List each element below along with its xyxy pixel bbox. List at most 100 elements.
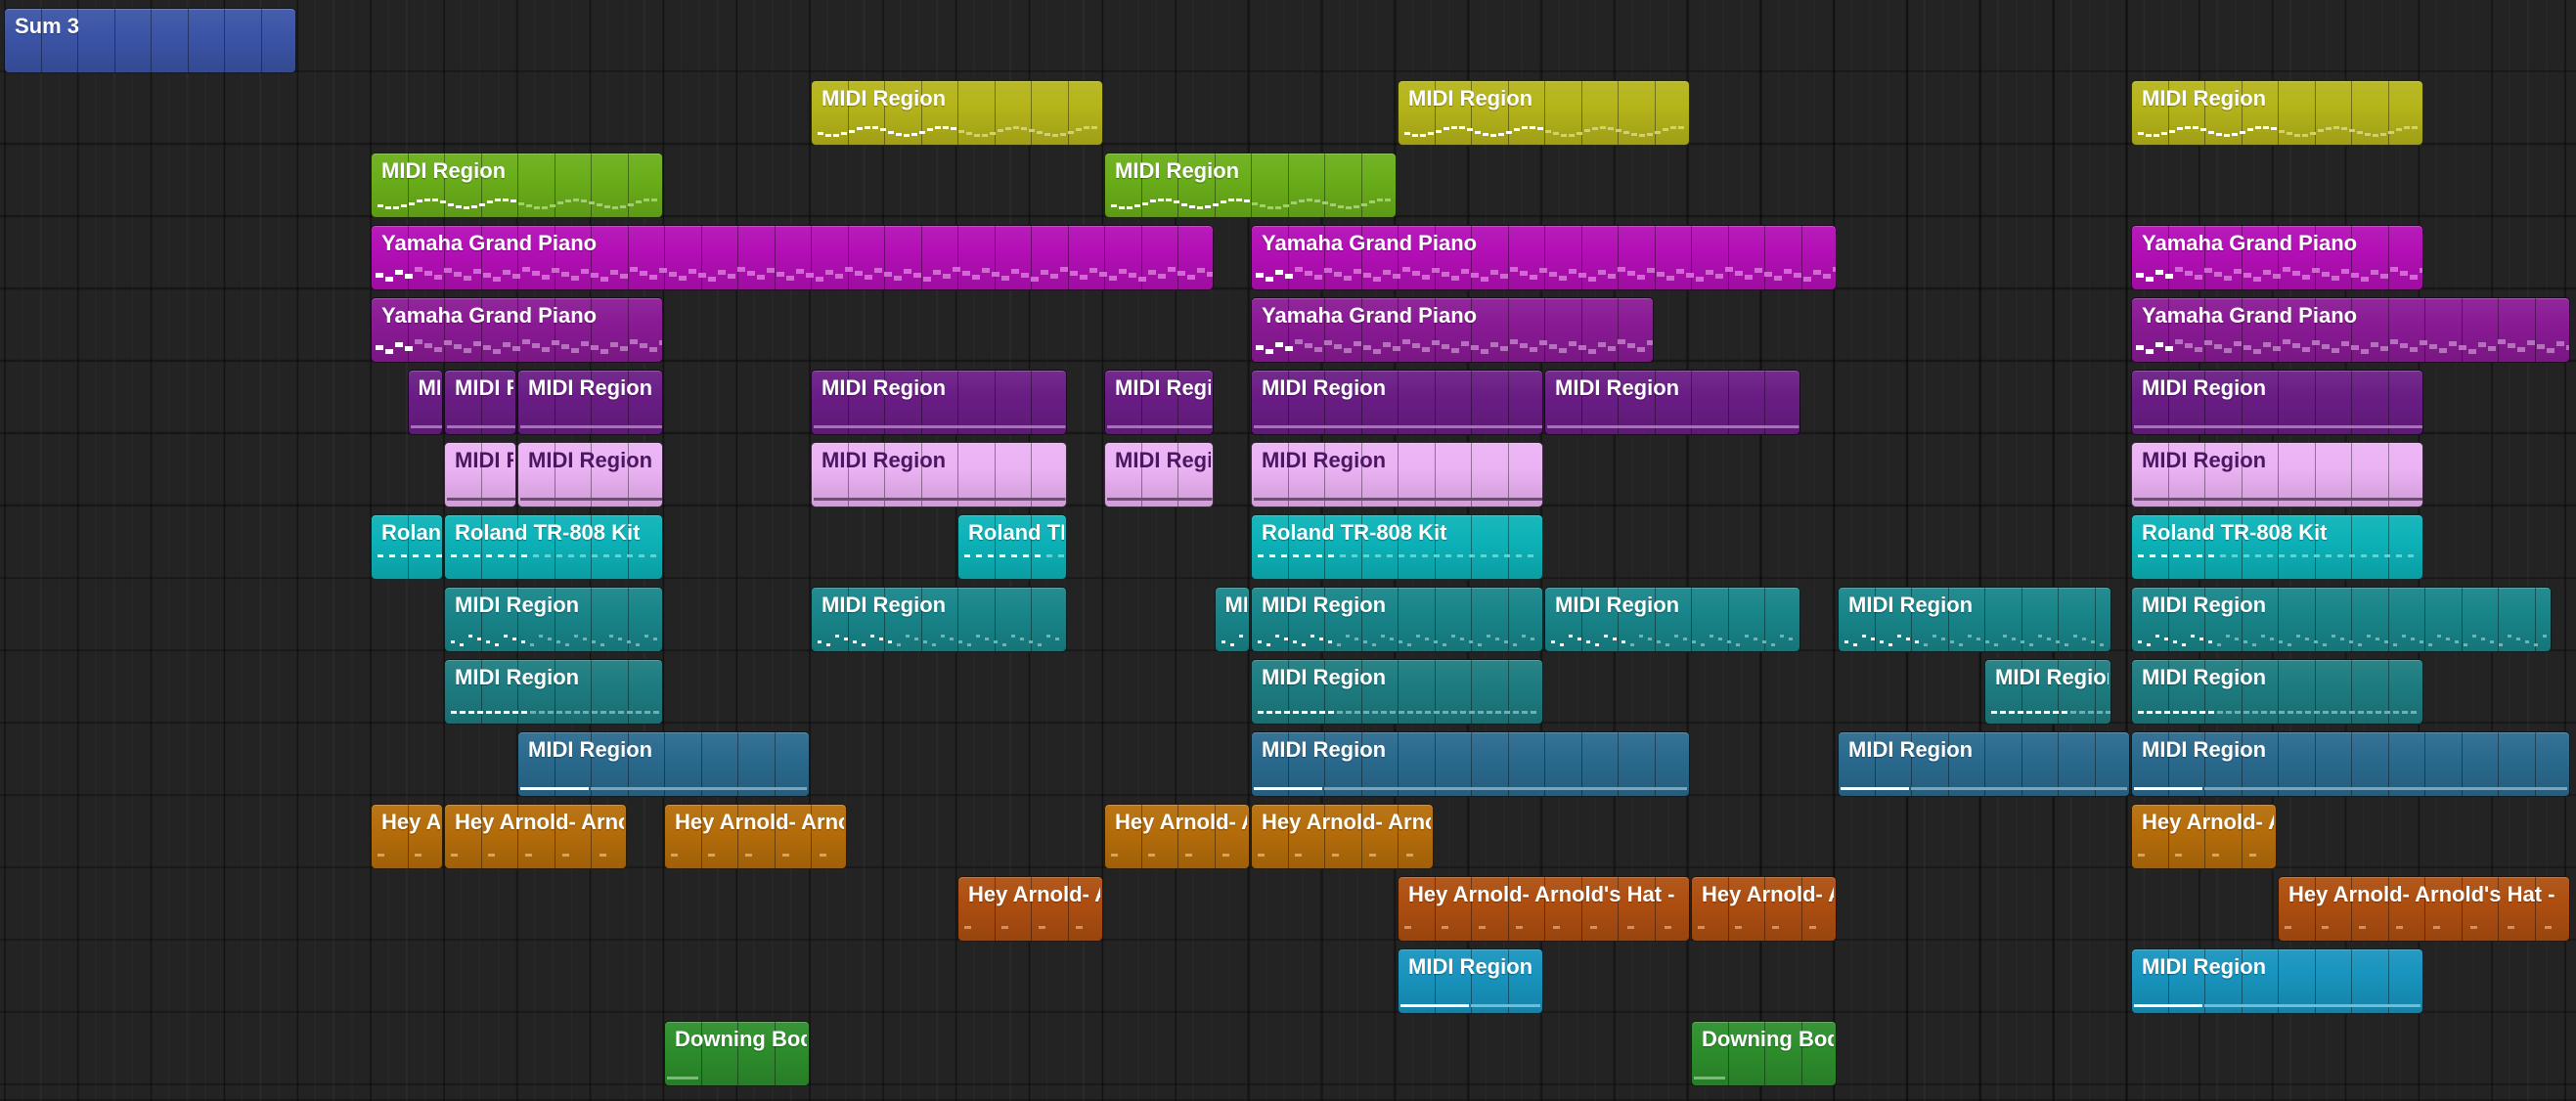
midi-region[interactable]: MIDI Region bbox=[811, 587, 1067, 652]
region-label: Yamaha Grand Piano bbox=[1262, 303, 1478, 328]
region-label: MIDI Region bbox=[1848, 593, 1974, 617]
region-label: MIDI Region bbox=[822, 375, 947, 400]
region-label: Yamaha Grand Piano bbox=[381, 303, 598, 328]
midi-region[interactable]: MIDI Region bbox=[1398, 80, 1690, 146]
region-label: Sum 3 bbox=[15, 14, 80, 38]
midi-region[interactable]: MIDI Region bbox=[2131, 948, 2423, 1014]
midi-region[interactable]: MIDI Region bbox=[1984, 659, 2112, 725]
region-label: MIDI Region bbox=[822, 86, 947, 110]
midi-region[interactable]: MIDI Region bbox=[2131, 659, 2423, 725]
midi-region[interactable]: MIDI Region bbox=[1251, 370, 1543, 435]
midi-region[interactable]: MIDI Region bbox=[1838, 731, 2130, 797]
region-label: Hey Arnold- Arnold's Hat - bbox=[2288, 882, 2555, 906]
midi-region[interactable]: MIDI Region bbox=[517, 731, 810, 797]
midi-region[interactable]: MIDI Region bbox=[444, 370, 516, 435]
region-label: Hey Arnold- Arnold's Hat bbox=[968, 882, 1100, 906]
midi-region[interactable]: MIDI Region bbox=[2131, 370, 2423, 435]
region-label: MIDI Region bbox=[822, 593, 947, 617]
region-label: Hey Arnold- Arnold's Hat bbox=[381, 810, 440, 834]
region-label: MIDI Region bbox=[1408, 86, 1533, 110]
midi-region[interactable]: Hey Arnold- Arnold's Hat bbox=[664, 804, 847, 869]
region-label: Roland TR-808 Kit bbox=[1262, 520, 1447, 545]
midi-region[interactable]: Roland TR-808 Kit bbox=[444, 514, 663, 580]
midi-region[interactable]: Hey Arnold- Arnold's Hat bbox=[371, 804, 443, 869]
region-label: Hey Arnold- Arnold's Hat - bbox=[1408, 882, 1675, 906]
region-label: MIDI Region bbox=[455, 375, 513, 400]
midi-region[interactable]: Yamaha Grand Piano bbox=[371, 297, 663, 363]
midi-region[interactable]: MIDI Region bbox=[2131, 80, 2423, 146]
midi-region[interactable]: Yamaha Grand Piano bbox=[371, 225, 1214, 290]
midi-region[interactable]: MIDI Region bbox=[2131, 587, 2553, 652]
region-label: Roland TR-808 Kit bbox=[2142, 520, 2328, 545]
midi-region[interactable]: Yamaha Grand Piano bbox=[2131, 297, 2570, 363]
region-label: MIDI Region bbox=[418, 375, 441, 400]
midi-region[interactable]: MIDI Region bbox=[1544, 587, 1800, 652]
midi-region[interactable]: MIDI Region bbox=[1104, 442, 1214, 507]
region-label: Roland TR-808 Kit bbox=[968, 520, 1064, 545]
region-label: MIDI Region bbox=[2142, 665, 2267, 689]
region-label: Yamaha Grand Piano bbox=[1262, 231, 1478, 255]
midi-region[interactable]: Hey Arnold- Arnold's Hat - bbox=[2278, 876, 2570, 942]
midi-region[interactable]: Yamaha Grand Piano bbox=[2131, 225, 2423, 290]
midi-region[interactable]: MIDI Region bbox=[811, 370, 1067, 435]
midi-region[interactable]: Sum 3 bbox=[4, 8, 296, 73]
midi-region[interactable]: MIDI Region bbox=[1251, 659, 1543, 725]
region-label: Hey Arnold- Arnold's Hat bbox=[455, 810, 624, 834]
region-label: MIDI Region bbox=[455, 665, 580, 689]
midi-region[interactable]: MIDI Region bbox=[1251, 731, 1690, 797]
region-label: Hey Arnold- Arnold's Hat bbox=[2142, 810, 2274, 834]
midi-region[interactable]: MIDI Region bbox=[1544, 370, 1800, 435]
midi-region[interactable]: MIDI Region bbox=[2131, 442, 2423, 507]
midi-region[interactable]: MIDI Region bbox=[1251, 442, 1543, 507]
region-label: MIDI Region bbox=[2142, 954, 2267, 979]
midi-region[interactable]: Roland TR-808 Kit bbox=[2131, 514, 2423, 580]
region-label: Yamaha Grand Piano bbox=[2142, 303, 2358, 328]
midi-region[interactable]: Hey Arnold- Arnold's Hat - bbox=[1398, 876, 1690, 942]
region-label: Yamaha Grand Piano bbox=[2142, 231, 2358, 255]
midi-region[interactable]: Roland TR-808 Kit bbox=[371, 514, 443, 580]
midi-region[interactable]: MIDI Region bbox=[811, 80, 1103, 146]
midi-region[interactable]: Roland TR-808 Kit bbox=[1251, 514, 1543, 580]
region-label: MIDI Region bbox=[2142, 593, 2267, 617]
midi-region[interactable]: Hey Arnold- Arnold's Hat bbox=[2131, 804, 2277, 869]
midi-region[interactable]: Hey Arnold- Arnold's Hat bbox=[1691, 876, 1837, 942]
midi-region[interactable]: MIDI Region bbox=[1214, 587, 1250, 652]
region-label: MIDI Region bbox=[1262, 665, 1387, 689]
midi-region[interactable]: MIDI Region bbox=[1838, 587, 2112, 652]
midi-region[interactable]: MIDI Region bbox=[1104, 153, 1397, 218]
midi-region[interactable]: Yamaha Grand Piano bbox=[1251, 225, 1837, 290]
region-label: Hey Arnold- Arnold's Hat bbox=[1115, 810, 1247, 834]
midi-region[interactable]: MIDI Region bbox=[1398, 948, 1543, 1014]
midi-region[interactable]: Hey Arnold- Arnold's Hat bbox=[444, 804, 627, 869]
arrange-area[interactable]: Sum 3 MIDI Region MIDI Region MIDI Region MI… bbox=[0, 0, 2576, 1101]
midi-region[interactable]: Hey Arnold- Arnold's Hat bbox=[1251, 804, 1434, 869]
region-label: MIDI Region bbox=[2142, 86, 2267, 110]
midi-region[interactable]: MIDI Region bbox=[517, 442, 663, 507]
midi-region[interactable]: MIDI Region bbox=[407, 370, 443, 435]
region-label: Roland TR-808 Kit bbox=[455, 520, 641, 545]
midi-region[interactable]: MIDI Region bbox=[811, 442, 1067, 507]
region-label: MIDI Region bbox=[1115, 375, 1211, 400]
region-label: Hey Arnold- Arnold's Hat bbox=[675, 810, 844, 834]
region-label: MIDI Region bbox=[1408, 954, 1533, 979]
region-label: MIDI Region bbox=[1262, 375, 1387, 400]
region-label: MIDI Region bbox=[2142, 375, 2267, 400]
region-label: MIDI Region bbox=[822, 448, 947, 472]
midi-region[interactable]: MIDI Region bbox=[371, 153, 663, 218]
midi-region[interactable]: Hey Arnold- Arnold's Hat bbox=[957, 876, 1103, 942]
midi-region[interactable]: Downing Bodies bbox=[664, 1021, 810, 1086]
midi-region[interactable]: MIDI Region bbox=[444, 587, 663, 652]
midi-region[interactable]: MIDI Region bbox=[517, 370, 663, 435]
midi-region[interactable]: MIDI Region bbox=[1251, 587, 1543, 652]
midi-region[interactable]: MIDI Region bbox=[1104, 370, 1214, 435]
midi-region[interactable]: MIDI Region bbox=[444, 659, 663, 725]
midi-region[interactable]: Yamaha Grand Piano bbox=[1251, 297, 1654, 363]
region-label: MIDI Region bbox=[1115, 448, 1211, 472]
midi-region[interactable]: MIDI Region bbox=[2131, 731, 2570, 797]
midi-region[interactable]: Hey Arnold- Arnold's Hat bbox=[1104, 804, 1250, 869]
region-label: MIDI Region bbox=[1115, 158, 1240, 183]
region-label: MIDI Region bbox=[455, 593, 580, 617]
midi-region[interactable]: Downing Bodies bbox=[1691, 1021, 1837, 1086]
midi-region[interactable]: MIDI Region bbox=[444, 442, 516, 507]
midi-region[interactable]: Roland TR-808 Kit bbox=[957, 514, 1067, 580]
